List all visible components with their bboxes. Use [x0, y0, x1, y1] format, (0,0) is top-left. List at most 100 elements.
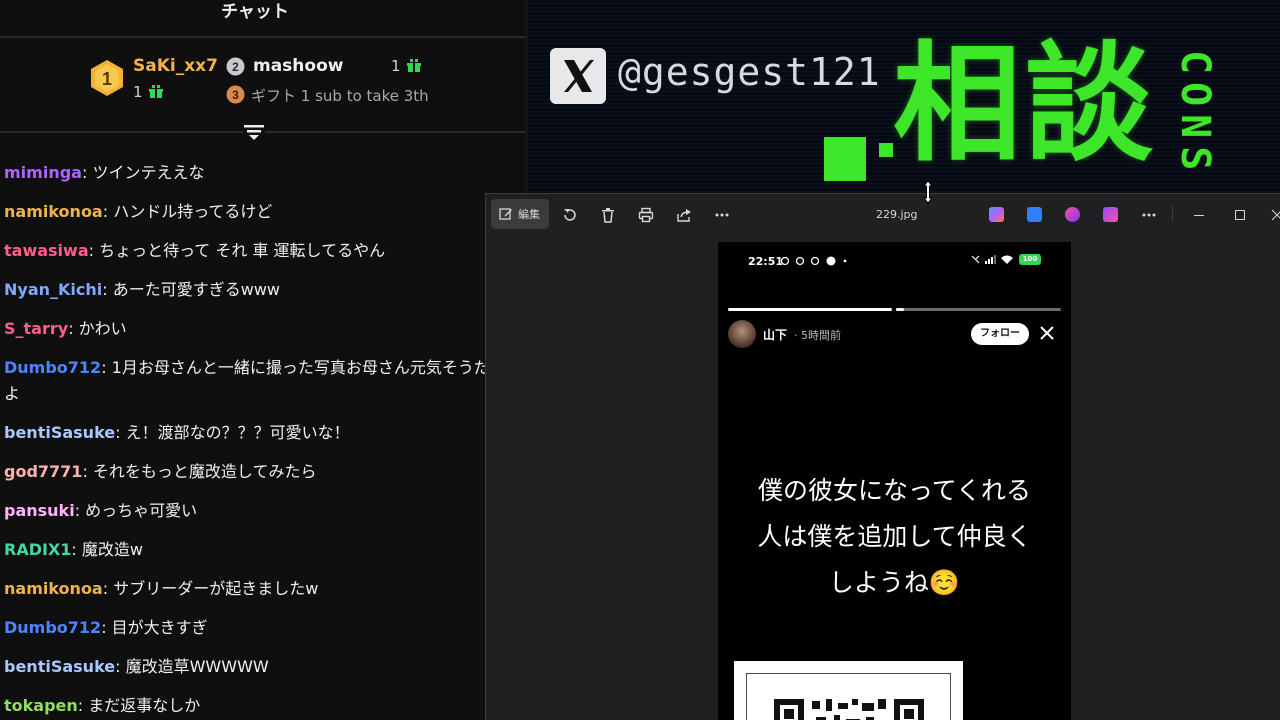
- chat-message: pansuki: めっちゃ可愛い: [4, 498, 504, 524]
- rotate-icon: [564, 209, 576, 221]
- gift-count: 1: [133, 83, 143, 101]
- file-name: 229.jpg: [876, 208, 918, 221]
- more-icon: [715, 213, 729, 217]
- third-place-prompt: ギフト 1 sub to take 3th: [251, 87, 429, 105]
- story-progress-bar: [728, 308, 1061, 311]
- edit-icon: [499, 208, 512, 220]
- share-icon: [677, 209, 691, 222]
- chat-text: あーた可愛すぎるwww: [112, 280, 280, 299]
- status-icons: 100: [971, 254, 1041, 265]
- chat-separator: :: [81, 163, 93, 182]
- chat-separator: :: [74, 501, 86, 520]
- edit-button[interactable]: 編集: [491, 199, 549, 229]
- chat-message: tokapen: まだ返事なしか: [4, 693, 504, 719]
- copilot-icon[interactable]: [989, 207, 1004, 222]
- second-gifter-count: 1: [391, 57, 421, 75]
- chat-text: ハンドル持ってるけど: [113, 202, 273, 221]
- chat-username[interactable]: tokapen: [4, 696, 78, 715]
- gift-icon: [148, 85, 163, 98]
- chat-username[interactable]: tawasiwa: [4, 241, 89, 260]
- chat-username[interactable]: bentiSasuke: [4, 423, 115, 442]
- chat-message: Dumbo712: 目が大きすぎ: [4, 615, 504, 641]
- overlay-side-text: CONS: [1172, 50, 1218, 179]
- chat-username[interactable]: pansuki: [4, 501, 75, 520]
- follow-button[interactable]: フォロー: [971, 323, 1029, 345]
- maximize-button[interactable]: [1227, 203, 1253, 227]
- story-timestamp: · 5時間前: [794, 329, 841, 342]
- signal-wifi-icon: [971, 255, 1013, 264]
- chat-message: bentiSasuke: え！渡部なの？？？可愛いな！: [4, 420, 504, 446]
- story-line: 僕の彼女になってくれる: [757, 476, 1031, 505]
- chat-username[interactable]: miminga: [4, 163, 82, 182]
- x-logo-icon: [550, 48, 606, 104]
- chat-message-list: miminga: ツインテええな namikonoa: ハンドル持ってるけど taw…: [4, 160, 504, 720]
- chat-title: チャット: [221, 2, 289, 22]
- chat-text: 魔改造草WWWWW: [125, 657, 269, 676]
- x-handle: @gesgest121: [618, 50, 881, 94]
- minimize-button[interactable]: [1186, 203, 1212, 227]
- share-button[interactable]: [670, 203, 698, 227]
- second-gifter-name[interactable]: mashoow: [253, 56, 343, 76]
- gift-count: 1: [391, 57, 401, 75]
- rotate-button[interactable]: [556, 203, 584, 227]
- delete-button[interactable]: [594, 203, 622, 227]
- chat-username[interactable]: Dumbo712: [4, 358, 101, 377]
- edit-label: 編集: [518, 208, 540, 221]
- chat-username[interactable]: RADIX1: [4, 540, 71, 559]
- chat-username[interactable]: god7771: [4, 462, 82, 481]
- chat-message: god7771: それをもっと魔改造してみたら: [4, 459, 504, 485]
- designer-icon[interactable]: [1065, 207, 1080, 222]
- chat-message: tawasiwa: ちょっと待って それ 車 運転してるやん: [4, 238, 504, 264]
- overlay-title: 相談: [893, 30, 1158, 179]
- close-story-icon[interactable]: [1038, 324, 1056, 342]
- progress-segment: [728, 308, 892, 311]
- print-button[interactable]: [632, 203, 660, 227]
- chat-separator: :: [102, 202, 114, 221]
- gold-rank-icon: 1: [91, 60, 123, 96]
- chat-text: めっちゃ可愛い: [85, 501, 198, 520]
- more-options-button[interactable]: [708, 203, 736, 227]
- chat-username[interactable]: namikonoa: [4, 579, 103, 598]
- top-gifter-count: 1: [133, 83, 163, 101]
- progress-segment: [896, 308, 1061, 311]
- chat-text: ツインテええな: [92, 163, 205, 182]
- resize-cursor-icon: [922, 180, 934, 204]
- print-icon: [638, 207, 654, 223]
- close-window-button[interactable]: [1264, 203, 1280, 227]
- collapse-leaderboard-icon[interactable]: [243, 122, 265, 142]
- rank-number: 3: [232, 88, 239, 102]
- chat-username[interactable]: namikonoa: [4, 202, 103, 221]
- story-line: 人は僕を追加して仲良く: [757, 522, 1032, 551]
- chat-message: namikonoa: サブリーダーが起きましたw: [4, 576, 504, 602]
- clipchamp-icon[interactable]: [1103, 207, 1118, 222]
- chat-message: namikonoa: ハンドル持ってるけど: [4, 199, 504, 225]
- close-icon: [1271, 209, 1280, 221]
- photo-content: 22:51 100 山下 · 5時間前 フォロー 僕の彼女になってくれる 人は僕…: [718, 242, 1071, 720]
- chat-panel: チャット 1 SaKi_xx7 1 2 mashoow 1 3 ギフト 1 su…: [0, 0, 527, 720]
- story-username[interactable]: 山下: [763, 326, 787, 343]
- decorative-dot: [879, 143, 893, 157]
- decorative-bar: [824, 137, 866, 181]
- avatar[interactable]: [728, 320, 756, 348]
- chat-username[interactable]: S_tarry: [4, 319, 68, 338]
- chat-separator: :: [115, 657, 126, 676]
- top-gifter-name[interactable]: SaKi_xx7: [133, 56, 218, 76]
- rank-number: 2: [232, 60, 239, 74]
- chat-text: 魔改造w: [81, 540, 143, 559]
- chat-text: まだ返事なしか: [88, 696, 201, 715]
- chat-separator: :: [102, 579, 114, 598]
- qr-code-image: [745, 672, 952, 720]
- bronze-rank-icon: 3: [226, 85, 245, 104]
- app-more-button[interactable]: [1135, 203, 1163, 227]
- chat-username[interactable]: bentiSasuke: [4, 657, 115, 676]
- photo-edit-app-icon[interactable]: [1027, 207, 1042, 222]
- chat-message: Dumbo712: 1月お母さんと一緒に撮った写真お母さん元気そうだよ: [4, 355, 504, 407]
- chat-separator: :: [101, 358, 112, 377]
- rank-number: 1: [102, 69, 112, 89]
- minimize-icon: [1194, 215, 1204, 216]
- chat-username[interactable]: Dumbo712: [4, 618, 101, 637]
- chat-separator: :: [68, 319, 79, 338]
- chat-username[interactable]: Nyan_Kichi: [4, 280, 102, 299]
- divider: [1172, 206, 1173, 222]
- trash-icon: [602, 208, 614, 223]
